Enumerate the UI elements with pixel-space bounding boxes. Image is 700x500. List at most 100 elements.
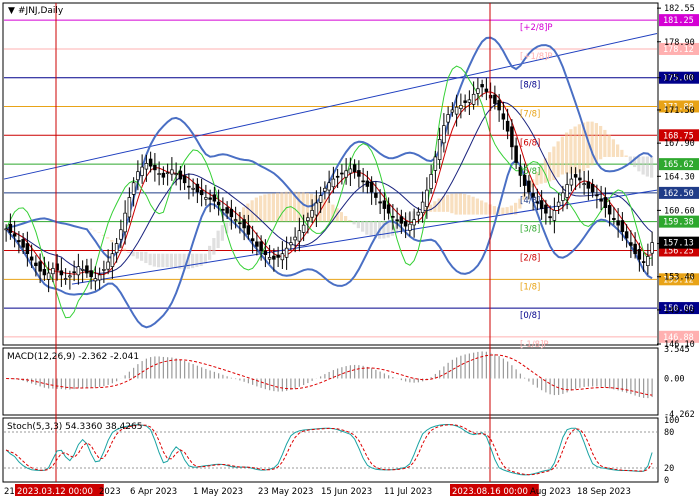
candle-body-59 (255, 241, 259, 247)
candle-body-39 (170, 169, 174, 175)
cloud-bar-87 (458, 193, 462, 215)
cloud-bar-132 (650, 156, 654, 178)
candle-body-17 (76, 266, 81, 276)
candle-body-71 (306, 217, 310, 222)
stoch-label: Stoch(5,3,3) 54.3360 38.4265 (7, 422, 142, 432)
candle-body-20 (89, 270, 93, 278)
cloud-bar-49 (297, 191, 301, 222)
cloud-bar-89 (467, 195, 471, 215)
candle-body-142 (607, 205, 612, 215)
time-label-1: 2023 (99, 487, 121, 497)
candle-body-47 (204, 197, 208, 200)
cloud-bar-111 (560, 136, 564, 175)
candle-body-2 (12, 233, 17, 237)
cloud-bar-91 (475, 198, 479, 215)
stoch-tick-1: 80 (664, 428, 674, 438)
candle-body-37 (161, 172, 166, 178)
price-tick-label-8: 153.40 (664, 273, 695, 283)
candle-body-77 (331, 178, 336, 188)
candle-body-5 (25, 243, 30, 255)
candle-body-141 (603, 197, 608, 208)
candle-body-61 (263, 250, 268, 255)
candle-body-101 (433, 156, 438, 171)
cloud-bar-60 (344, 216, 348, 222)
dropdown-triangle-icon[interactable]: ▼ (8, 6, 15, 16)
candle-body-134 (573, 174, 578, 178)
jnj-daily-chart[interactable]: [+2/8]P [+1/8]P [8/8] [7/8] [6/8] [5/8] [4/8] [… (0, 0, 700, 500)
time-label-6: 11 Jul 2023 (384, 487, 432, 497)
cloud-bar-39 (254, 197, 258, 222)
cloud-bar-98 (505, 207, 509, 215)
candle-body-92 (395, 219, 399, 222)
cloud-bar-112 (565, 132, 569, 174)
candle-body-109 (467, 99, 472, 103)
candle-body-80 (344, 170, 348, 178)
cloud-bar-40 (259, 195, 263, 222)
candle-body-55 (238, 222, 242, 225)
candle-body-23 (102, 269, 106, 271)
candle-body-33 (144, 163, 149, 170)
cloud-bar-9 (127, 251, 131, 253)
candle-body-130 (556, 201, 561, 207)
candle-body-69 (297, 230, 302, 242)
candle-body-65 (280, 253, 285, 261)
candle-body-151 (646, 256, 650, 266)
cloud-bar-43 (271, 193, 275, 222)
candle-body-8 (38, 261, 42, 272)
candle-body-46 (199, 190, 204, 196)
macd-label: MACD(12,26,9) -2.362 -2.041 (7, 352, 139, 362)
murrey-label-7: [3/8] (520, 225, 540, 235)
candle-body-85 (365, 180, 370, 187)
symbol-label: #JNJ,Daily (18, 6, 64, 16)
cloud-bar-0 (89, 228, 93, 230)
candle-body-1 (8, 223, 13, 233)
candle-body-148 (633, 243, 637, 255)
time-label-3: 1 May 2023 (193, 487, 243, 497)
candle-body-41 (178, 170, 183, 180)
price-tick-label-6: 160.60 (664, 206, 695, 216)
murrey-label-9: [1/8] (520, 282, 540, 292)
candle-body-7 (34, 262, 38, 267)
cloud-bar-86 (454, 193, 458, 215)
cloud-bar-31 (220, 225, 224, 241)
cloud-bar-4 (106, 237, 110, 239)
candle-body-90 (386, 204, 391, 214)
cloud-bar-121 (603, 129, 607, 157)
candle-body-95 (408, 223, 412, 231)
cloud-bar-63 (356, 220, 360, 229)
cloud-bar-13 (144, 251, 148, 264)
cloud-bar-30 (216, 230, 220, 249)
time-label-2: 6 Apr 2023 (130, 487, 177, 497)
candle-body-28 (123, 212, 127, 233)
candle-body-73 (314, 202, 319, 216)
candle-body-3 (17, 240, 21, 243)
price-axis: 181.25178.12175.00171.88168.75165.62162.… (657, 4, 699, 350)
candle-body-75 (323, 187, 327, 192)
cloud-bar-118 (590, 121, 594, 166)
candle-body-87 (374, 192, 378, 198)
candle-body-123 (527, 180, 531, 193)
cloud-bar-42 (267, 193, 271, 222)
candle-body-117 (501, 113, 506, 120)
cloud-bar-65 (365, 220, 369, 235)
candle-body-145 (620, 220, 625, 232)
cloud-bar-19 (169, 253, 173, 268)
murrey-label-6: [4/8] (520, 196, 540, 206)
cloud-bar-45 (280, 192, 284, 222)
candle-body-38 (165, 172, 170, 174)
candle-body-54 (233, 219, 238, 221)
candle-body-72 (310, 210, 314, 218)
candle-body-98 (420, 201, 425, 214)
candle-body-11 (51, 268, 55, 275)
candle-body-106 (454, 106, 459, 115)
price-tag-5: 165.62 (663, 160, 694, 170)
macd-tick-0: 3.545 (664, 345, 690, 355)
candle-body-19 (85, 265, 89, 274)
murrey-label-4: [6/8] (520, 138, 540, 148)
cloud-bar-8 (123, 248, 127, 251)
candle-body-135 (578, 177, 582, 181)
candle-body-27 (119, 229, 123, 240)
cloud-bar-28 (208, 245, 212, 260)
candle-body-15 (68, 275, 72, 278)
cloud-bar-14 (148, 253, 152, 266)
